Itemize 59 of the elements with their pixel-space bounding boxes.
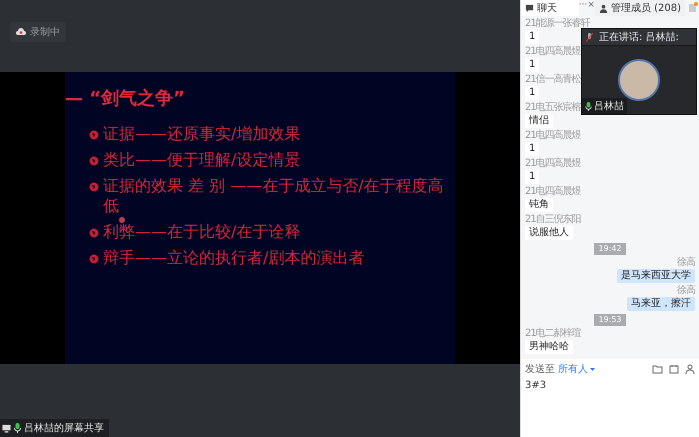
more-button[interactable]: ··· bbox=[578, 0, 588, 16]
sender-name: 21电四高晨煜 bbox=[525, 159, 581, 169]
message-bubble: 马来亚，擦汗 bbox=[627, 297, 695, 311]
close-button[interactable]: × bbox=[587, 0, 595, 16]
folder-icon[interactable] bbox=[652, 364, 663, 374]
slide-title: — “剑气之争” bbox=[65, 87, 186, 110]
bullet-icon bbox=[89, 254, 99, 264]
message-bubble: 1 bbox=[525, 142, 540, 156]
microphone-icon bbox=[585, 102, 592, 110]
panel-tab[interactable]: 聊天 bbox=[521, 0, 579, 16]
avatar-placeholder bbox=[618, 59, 660, 101]
message-bubble: 是马来西亚大学 bbox=[617, 269, 695, 283]
bullet-text: 证据——还原事实/增加效果 bbox=[103, 124, 300, 144]
sender-name: 21电五张宸榕 bbox=[525, 103, 581, 113]
bullet-icon bbox=[89, 130, 99, 140]
panel-tab[interactable]: 管理成员 (208) bbox=[594, 0, 685, 16]
message-bubble: 钝角 bbox=[525, 198, 553, 212]
message-bubble: 1 bbox=[525, 58, 540, 72]
timestamp: 19:53 bbox=[594, 314, 626, 326]
monitor-icon bbox=[2, 424, 11, 432]
person-icon[interactable] bbox=[685, 364, 695, 374]
message-bubble: 男神哈哈 bbox=[525, 340, 573, 354]
screenshot-icon[interactable] bbox=[669, 364, 679, 374]
recording-badge: 录制中 bbox=[10, 22, 66, 42]
message-bubble: 情侣 bbox=[525, 114, 553, 128]
message-bubble: 1 bbox=[525, 30, 540, 44]
send-to-label: 发送至 bbox=[525, 363, 555, 376]
sender-name: 21能源一张睿轩 bbox=[525, 19, 590, 29]
sender-name: 21信一高青松 bbox=[525, 75, 581, 85]
bullet-text: 利弊——在于比较/在于诠释 bbox=[103, 222, 300, 242]
muted-microphone-icon bbox=[586, 32, 593, 42]
bullet-text: 类比——便于理解/设定情景 bbox=[103, 150, 300, 170]
sender-name: 21电四高晨煜 bbox=[525, 187, 581, 197]
recipient-dropdown[interactable]: 所有人 bbox=[558, 362, 595, 376]
laser-pointer-dot bbox=[120, 218, 124, 222]
bullet-icon bbox=[89, 182, 99, 192]
sender-name: 21电四高晨煜 bbox=[525, 47, 581, 57]
message-input[interactable]: 3#3 bbox=[525, 380, 695, 391]
caret-icon bbox=[590, 368, 595, 370]
sender-name: 21电四高晨煜 bbox=[525, 131, 581, 141]
sender-name: 21自三倪东阳 bbox=[525, 215, 581, 225]
speaking-status: 正在讲话: 吕林喆: bbox=[599, 30, 679, 44]
screen-share-label: 吕林喆的屏幕共享 bbox=[0, 419, 109, 437]
bullet-text: 辩手——立论的执行者/剧本的演出者 bbox=[103, 248, 364, 268]
sender-name: 徐高 bbox=[677, 286, 695, 296]
bullet-icon bbox=[89, 156, 99, 166]
chat-icon bbox=[525, 4, 534, 12]
bullet-text: 证据的效果 差 别 ——在于成立与否/在于程度高低 bbox=[103, 176, 445, 216]
sender-name: 21电二郝梓瑄 bbox=[525, 329, 581, 339]
person-icon bbox=[598, 4, 608, 12]
message-bubble: 1 bbox=[525, 170, 540, 184]
message-bubble: 说服他人 bbox=[525, 226, 573, 240]
microphone-icon bbox=[14, 423, 21, 433]
speaker-name: 吕林喆 bbox=[582, 98, 627, 114]
message-bubble: 1 bbox=[525, 86, 540, 100]
sender-name: 徐高 bbox=[677, 258, 695, 268]
cloud-icon bbox=[16, 28, 26, 35]
timestamp: 19:42 bbox=[594, 243, 626, 255]
bullet-icon bbox=[89, 228, 99, 238]
